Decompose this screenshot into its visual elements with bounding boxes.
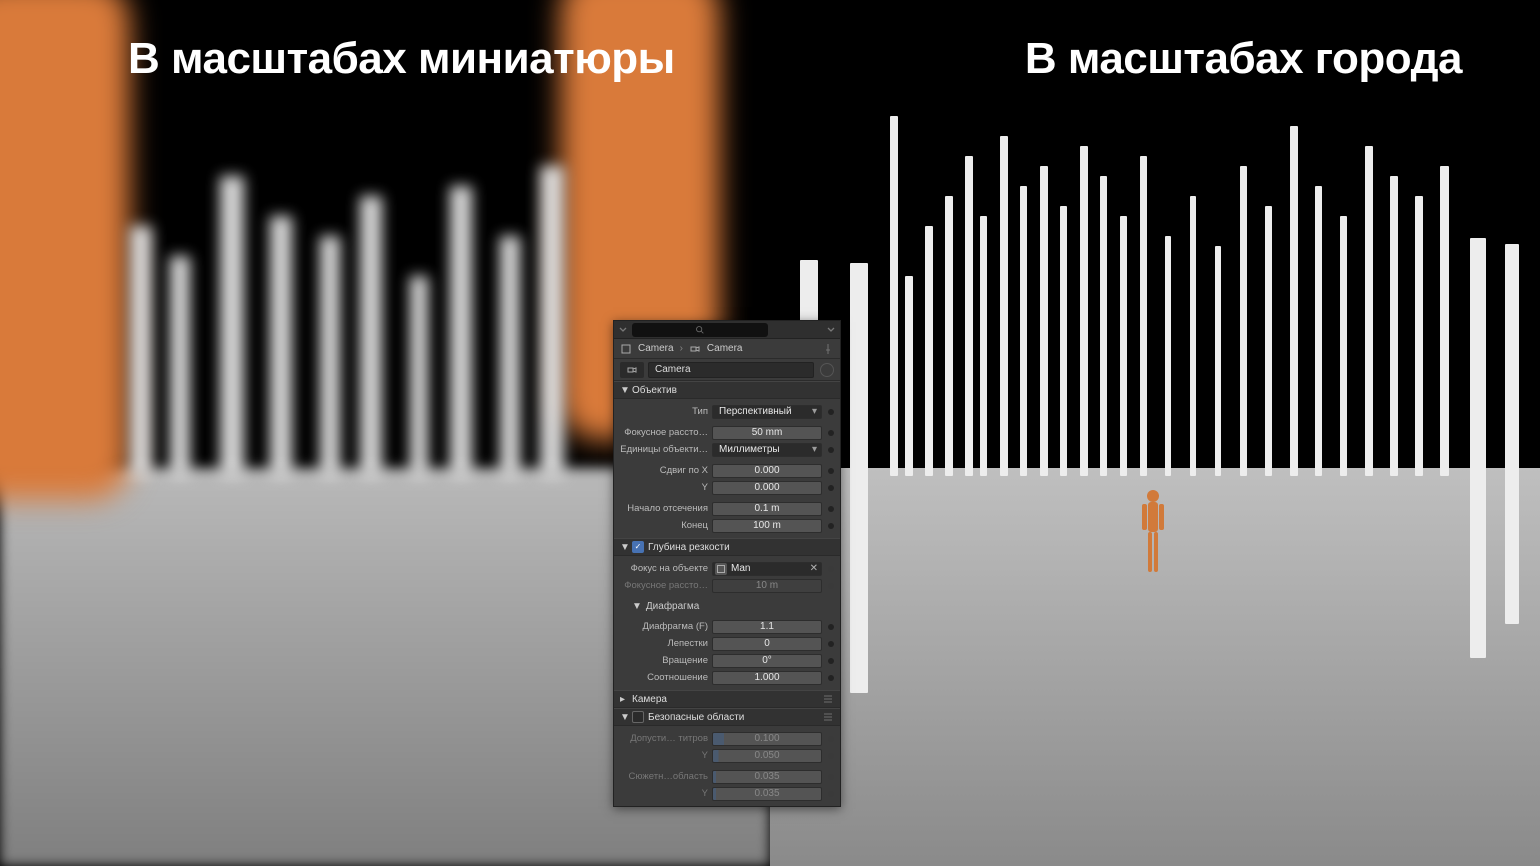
label-ratio: Соотношение [620, 672, 708, 683]
render-right [770, 0, 1540, 866]
label-lens-unit: Единицы объекти… [620, 444, 708, 455]
caption-left: В масштабах миниатюры [128, 34, 675, 84]
anim-dot[interactable] [828, 624, 834, 630]
label-action-safe-y: Y [620, 788, 708, 799]
dof-enable-checkbox[interactable] [632, 541, 644, 553]
clip-start-input[interactable]: 0.1 m [712, 502, 822, 516]
title-safe-y-input: 0.050 [712, 749, 822, 763]
mesh-icon [715, 563, 727, 575]
focus-distance-input: 10 m [712, 579, 822, 593]
fake-user-toggle[interactable] [820, 363, 834, 377]
label-blades: Лепестки [620, 638, 708, 649]
search-icon [695, 325, 705, 335]
section-header-lens[interactable]: ▼ Объектив [614, 381, 840, 399]
label-type: Тип [620, 406, 708, 417]
lens-type-dropdown[interactable]: Перспективный ▾ [712, 405, 822, 419]
title-safe-x-input: 0.100 [712, 732, 822, 746]
breadcrumb-object[interactable]: Camera [638, 343, 674, 354]
label-action-safe: Сюжетн…область [620, 771, 708, 782]
caption-right: В масштабах города [1025, 34, 1462, 84]
focal-length-input[interactable]: 50 mm [712, 426, 822, 440]
label-shift-y: Y [620, 482, 708, 493]
fstop-input[interactable]: 1.1 [712, 620, 822, 634]
anim-dot [828, 583, 834, 589]
anim-dot [828, 791, 834, 797]
section-header-camera[interactable]: ▸ Камера [614, 690, 840, 708]
cube-icon [620, 343, 632, 355]
label-clip-end: Конец [620, 520, 708, 531]
label-title-safe: Допусти… титров [620, 733, 708, 744]
rotation-input[interactable]: 0° [712, 654, 822, 668]
preset-icon[interactable] [822, 693, 834, 705]
anim-dot[interactable] [828, 506, 834, 512]
pin-icon[interactable] [822, 343, 834, 355]
section-header-safe-areas[interactable]: ▼ Безопасные области [614, 708, 840, 726]
label-focus-distance: Фокусное рассто… [620, 580, 708, 591]
anim-dot[interactable] [828, 658, 834, 664]
label-fstop: Диафрагма (F) [620, 621, 708, 632]
preset-icon[interactable] [822, 711, 834, 723]
label-title-safe-y: Y [620, 750, 708, 761]
label-clip-start: Начало отсечения [620, 503, 708, 514]
breadcrumb: Camera › Camera [614, 339, 840, 359]
action-safe-y-input: 0.035 [712, 787, 822, 801]
blades-input[interactable]: 0 [712, 637, 822, 651]
label-rotation: Вращение [620, 655, 708, 666]
focus-object-picker[interactable]: Man ✕ [712, 562, 822, 576]
anim-dot[interactable] [828, 641, 834, 647]
lens-unit-dropdown[interactable]: Миллиметры ▾ [712, 443, 822, 457]
anim-dot [828, 774, 834, 780]
anim-dot[interactable] [828, 430, 834, 436]
chevron-down-icon[interactable] [618, 325, 628, 335]
shift-x-input[interactable]: 0.000 [712, 464, 822, 478]
action-safe-x-input: 0.035 [712, 770, 822, 784]
anim-dot[interactable] [828, 485, 834, 491]
camera-icon [689, 343, 701, 355]
anim-dot[interactable] [828, 447, 834, 453]
clip-end-input[interactable]: 100 m [712, 519, 822, 533]
label-shift-x: Сдвиг по X [620, 465, 708, 476]
breadcrumb-data[interactable]: Camera [707, 343, 743, 354]
anim-dot[interactable] [828, 468, 834, 474]
search-input[interactable] [632, 323, 768, 337]
options-chevron-icon[interactable] [826, 325, 836, 335]
label-focus-object: Фокус на объекте [620, 563, 708, 574]
safe-areas-enable-checkbox[interactable] [632, 711, 644, 723]
sub-header-aperture[interactable]: ▼ Диафрагма [614, 598, 840, 614]
camera-properties-panel: Camera › Camera Camera ▼ Объектив Тип [613, 320, 841, 807]
shift-y-input[interactable]: 0.000 [712, 481, 822, 495]
label-focal: Фокусное рассто… [620, 427, 708, 438]
anim-dot[interactable] [828, 523, 834, 529]
datablock-selector[interactable] [620, 362, 644, 378]
anim-dot[interactable] [828, 409, 834, 415]
datablock-name-input[interactable]: Camera [648, 362, 814, 378]
anim-dot [828, 736, 834, 742]
clear-focus-button[interactable]: ✕ [810, 563, 818, 574]
anim-dot[interactable] [828, 566, 834, 572]
anim-dot[interactable] [828, 675, 834, 681]
anim-dot [828, 753, 834, 759]
ratio-input[interactable]: 1.000 [712, 671, 822, 685]
section-header-dof[interactable]: ▼ Глубина резкости [614, 538, 840, 556]
human-figure [1140, 488, 1166, 578]
